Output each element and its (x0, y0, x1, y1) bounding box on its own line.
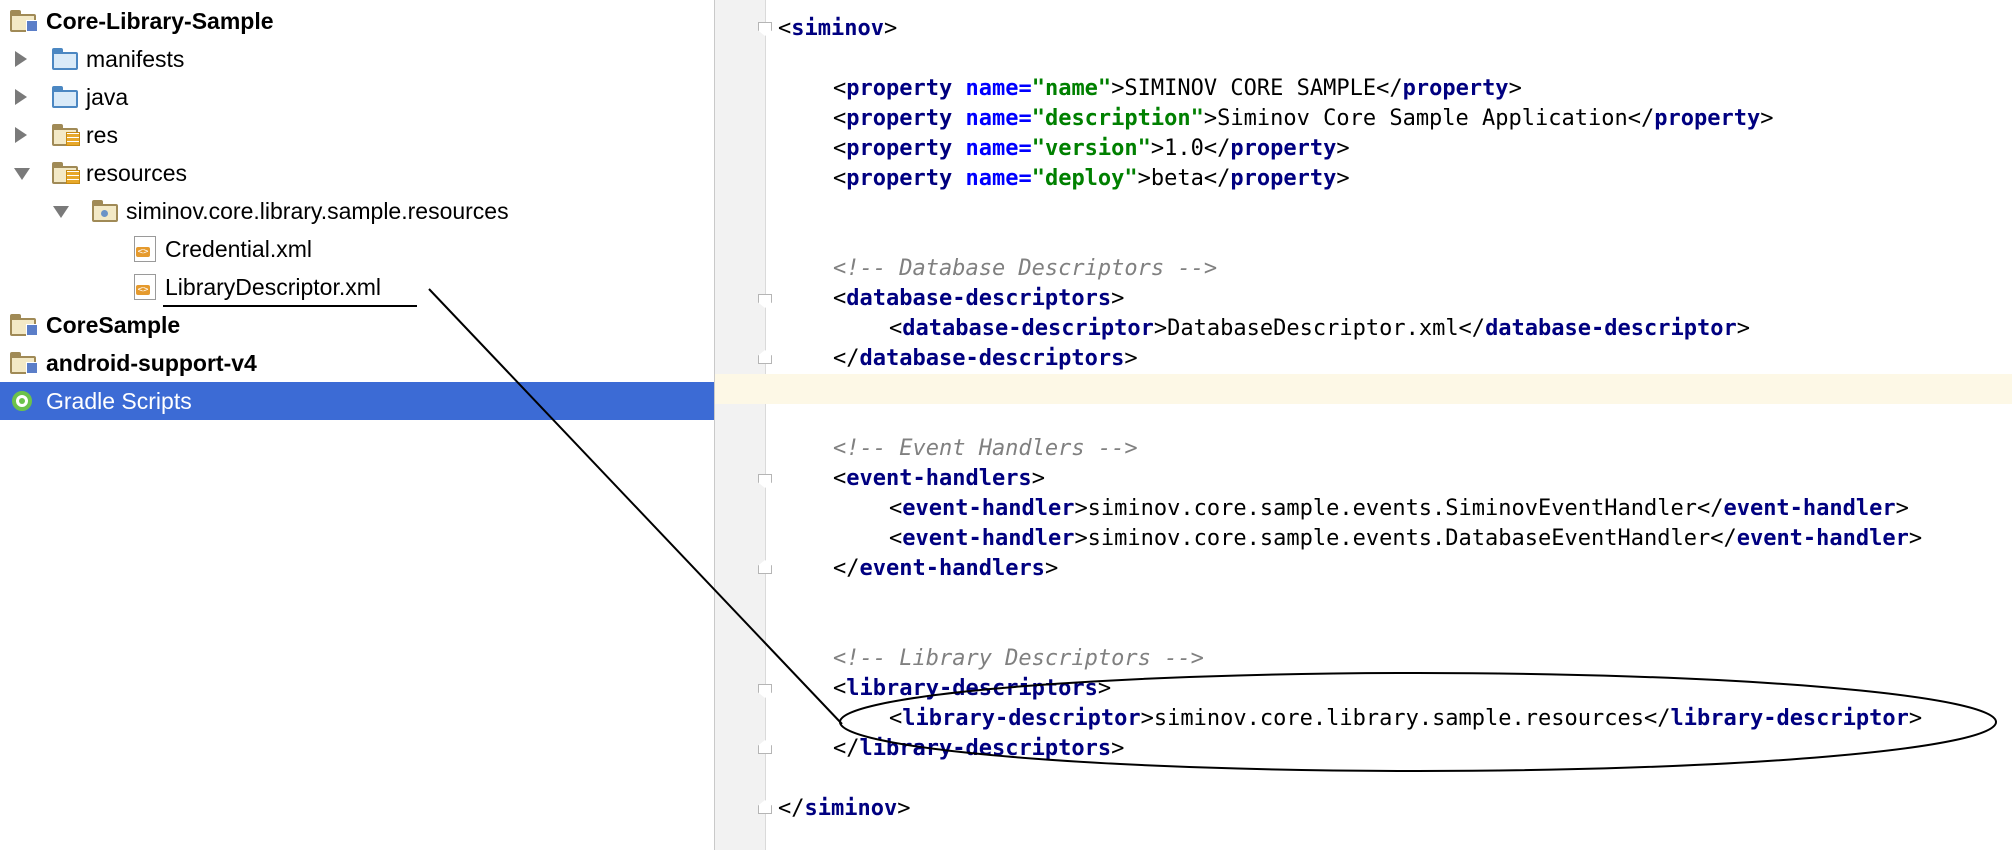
code-line-library-descriptors-close[interactable]: </library-descriptors> (833, 734, 1124, 764)
code-line-root-open[interactable]: <siminov> (778, 14, 897, 44)
tree-item-credential-xml[interactable]: <> Credential.xml (0, 230, 714, 268)
code-line-library-descriptor[interactable]: <library-descriptor>siminov.core.library… (889, 704, 1922, 734)
code-line-property-version[interactable]: <property name="version">1.0</property> (833, 134, 1350, 164)
code-line-root-close[interactable]: </siminov> (778, 794, 910, 824)
tree-item-label: res (86, 121, 118, 148)
resource-folder-icon (52, 162, 80, 184)
tree-item-label: LibraryDescriptor.xml (165, 273, 381, 300)
tree-item-android-support-v4[interactable]: android-support-v4 (0, 344, 714, 382)
code-line-property-deploy[interactable]: <property name="deploy">beta</property> (833, 164, 1350, 194)
folder-icon (52, 86, 80, 108)
tree-item-label: Core-Library-Sample (46, 7, 274, 34)
package-icon (92, 200, 120, 222)
collapse-arrow-icon[interactable] (14, 168, 30, 180)
code-comment-event-handlers[interactable]: <!-- Event Handlers --> (833, 434, 1138, 464)
expand-arrow-icon[interactable] (15, 127, 27, 143)
code-line-event-handlers-close[interactable]: </event-handlers> (833, 554, 1058, 584)
tree-item-label: android-support-v4 (46, 349, 257, 376)
tree-item-label: Credential.xml (165, 235, 312, 262)
tree-item-resources[interactable]: resources (0, 154, 714, 192)
module-folder-icon (10, 10, 38, 32)
tree-item-label: java (86, 83, 129, 110)
editor-gutter (715, 0, 766, 850)
tree-item-librarydescriptor-xml[interactable]: <> LibraryDescriptor.xml (0, 268, 714, 306)
module-folder-icon (10, 314, 38, 336)
code-line-event-handler-siminov[interactable]: <event-handler>siminov.core.sample.event… (889, 494, 1909, 524)
project-tree-panel: Core-Library-Sample manifests java res r… (0, 0, 715, 850)
tree-item-res[interactable]: res (0, 116, 714, 154)
module-folder-icon (10, 352, 38, 374)
expand-arrow-icon[interactable] (15, 89, 27, 105)
tree-item-label: CoreSample (46, 311, 181, 338)
code-line-database-descriptor[interactable]: <database-descriptor>DatabaseDescriptor.… (889, 314, 1750, 344)
resource-folder-icon (52, 124, 80, 146)
code-comment-library-descriptors[interactable]: <!-- Library Descriptors --> (833, 644, 1204, 674)
current-line-highlight (715, 374, 2012, 404)
tree-item-label: resources (86, 159, 187, 186)
tree-item-java[interactable]: java (0, 78, 714, 116)
xml-file-icon: <> (132, 236, 160, 262)
tree-item-core-library-sample[interactable]: Core-Library-Sample (0, 2, 714, 40)
code-line-property-name[interactable]: <property name="name">SIMINOV CORE SAMPL… (833, 74, 1522, 104)
tree-item-gradle-scripts[interactable]: Gradle Scripts (0, 382, 714, 420)
code-comment-database-descriptors[interactable]: <!-- Database Descriptors --> (833, 254, 1217, 284)
gradle-icon (10, 390, 38, 412)
code-line-property-description[interactable]: <property name="description">Siminov Cor… (833, 104, 1773, 134)
code-line-database-descriptors-open[interactable]: <database-descriptors> (833, 284, 1124, 314)
expand-arrow-icon[interactable] (15, 51, 27, 67)
code-line-event-handlers-open[interactable]: <event-handlers> (833, 464, 1045, 494)
code-line-event-handler-database[interactable]: <event-handler>siminov.core.sample.event… (889, 524, 1922, 554)
code-line-library-descriptors-open[interactable]: <library-descriptors> (833, 674, 1111, 704)
tree-item-manifests[interactable]: manifests (0, 40, 714, 78)
xml-file-icon: <> (132, 274, 160, 300)
collapse-arrow-icon[interactable] (53, 206, 69, 218)
tree-item-coresample[interactable]: CoreSample (0, 306, 714, 344)
tree-item-label: siminov.core.library.sample.resources (126, 197, 509, 224)
code-line-database-descriptors-close[interactable]: </database-descriptors> (833, 344, 1138, 374)
tree-item-label: Gradle Scripts (46, 387, 192, 414)
tree-item-resources-package[interactable]: siminov.core.library.sample.resources (0, 192, 714, 230)
folder-icon (52, 48, 80, 70)
tree-item-label: manifests (86, 45, 185, 72)
